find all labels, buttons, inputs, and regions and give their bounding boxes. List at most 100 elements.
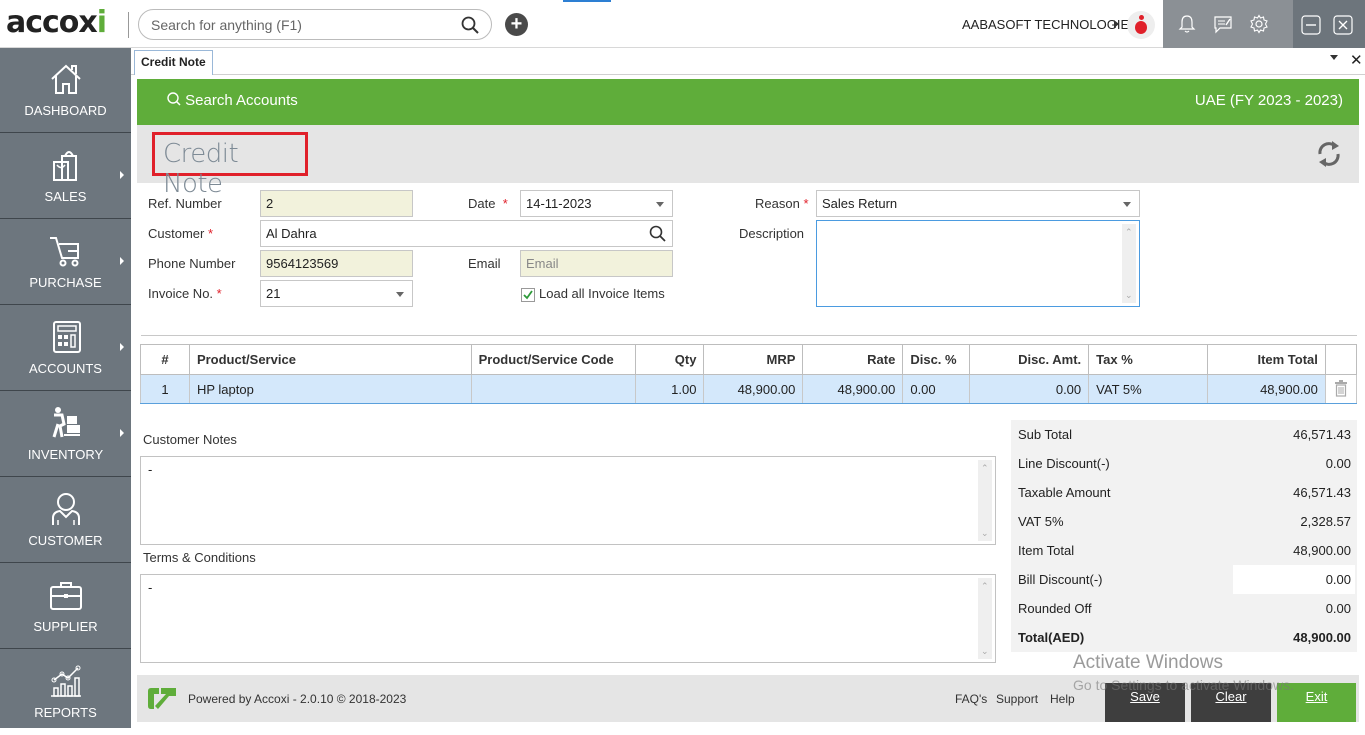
accoxi-logo: accoxi [6, 5, 107, 40]
support-link[interactable]: Support [996, 692, 1038, 706]
user-avatar[interactable] [1127, 11, 1155, 39]
email-field[interactable]: Email [520, 250, 673, 277]
calculator-icon [53, 321, 81, 353]
customer-notes-textarea[interactable]: - ⌃ ⌄ [140, 456, 996, 545]
refresh-icon[interactable] [1315, 138, 1343, 173]
footer: Powered by Accoxi - 2.0.10 © 2018-2023 F… [137, 675, 1359, 722]
items-table: # Product/Service Product/Service Code Q… [140, 344, 1358, 404]
sidebar-item-customer[interactable]: CUSTOMER [0, 478, 131, 563]
sidebar-label: REPORTS [34, 705, 97, 720]
cell-qty[interactable]: 1.00 [634, 374, 705, 404]
add-new-button[interactable]: + [505, 13, 528, 36]
col-header-rate: Rate [802, 344, 904, 375]
close-tab-icon[interactable]: ✕ [1350, 51, 1363, 69]
divider [141, 335, 1357, 336]
submenu-arrow-icon [120, 343, 124, 351]
invoice-no-value: 21 [266, 286, 281, 301]
clear-button[interactable]: Clear [1191, 683, 1271, 722]
sidebar-label: PURCHASE [29, 275, 102, 290]
close-window-icon[interactable] [1333, 15, 1353, 38]
chart-icon [51, 665, 81, 697]
top-bar: accoxi + AABASOFT TECHNOLOGIES [0, 0, 1365, 48]
cell-rate[interactable]: 48,900.00 [802, 374, 904, 404]
tab-credit-note[interactable]: Credit Note [134, 50, 213, 75]
scrollbar[interactable]: ⌃ ⌄ [978, 460, 992, 541]
col-header-actions [1324, 344, 1358, 375]
description-label: Description [739, 226, 805, 241]
col-header-tax: Tax % [1088, 344, 1208, 375]
total-row-bill-discount: Bill Discount(-) 0.00 [1011, 565, 1357, 594]
sidebar-item-dashboard[interactable]: DASHBOARD [0, 48, 131, 133]
sidebar-item-accounts[interactable]: ACCOUNTS [0, 306, 131, 391]
submenu-arrow-icon [120, 429, 124, 437]
customer-label: Customer * [148, 226, 214, 241]
date-picker[interactable]: 14-11-2023 [520, 190, 673, 217]
load-all-invoice-items-checkbox[interactable] [521, 288, 535, 302]
cell-product[interactable]: HP laptop [188, 374, 472, 404]
sidebar-item-purchase[interactable]: PURCHASE [0, 220, 131, 305]
cell-tax[interactable]: VAT 5% [1088, 374, 1208, 404]
minimize-icon[interactable] [1301, 15, 1321, 38]
scrollbar[interactable]: ⌃ ⌄ [978, 578, 992, 659]
chevron-down-icon [656, 202, 664, 207]
settings-gear-icon[interactable] [1249, 14, 1269, 37]
sidebar-item-inventory[interactable]: INVENTORY [0, 392, 131, 477]
help-link[interactable]: Help [1050, 692, 1075, 706]
title-bar: Credit Note [137, 125, 1359, 199]
sidebar-item-supplier[interactable]: SUPPLIER [0, 564, 131, 649]
cell-code[interactable] [470, 374, 636, 404]
col-header-item-total: Item Total [1207, 344, 1326, 375]
bell-icon[interactable] [1177, 14, 1197, 37]
table-row[interactable]: 1 HP laptop 1.00 48,900.00 48,900.00 0.0… [140, 374, 1358, 404]
page-title: Credit Note [152, 132, 308, 199]
terms-value: - [148, 580, 153, 595]
terms-textarea[interactable]: - ⌃ ⌄ [140, 574, 996, 663]
search-icon[interactable] [461, 16, 479, 37]
col-header-product: Product/Service [188, 344, 472, 375]
scrollbar[interactable]: ⌃ ⌄ [1122, 224, 1136, 303]
cell-no: 1 [140, 374, 190, 404]
chevron-down-icon [1123, 202, 1131, 207]
cell-item-total: 48,900.00 [1207, 374, 1326, 404]
company-caret-icon[interactable] [1114, 20, 1119, 28]
company-name[interactable]: AABASOFT TECHNOLOGIES [962, 17, 1138, 32]
bill-discount-value[interactable]: 0.00 [1326, 572, 1351, 587]
sidebar: DASHBOARD SALES PURCHASE ACCOUNTS INVENT… [0, 48, 131, 728]
cell-disc-pct[interactable]: 0.00 [902, 374, 971, 404]
reason-select[interactable]: Sales Return [816, 190, 1140, 217]
cart-icon [50, 237, 79, 267]
home-icon [51, 64, 81, 94]
totals-panel: Sub Total 46,571.43 Line Discount(-) 0.00 … [1011, 420, 1357, 652]
fiscal-year: UAE (FY 2023 - 2023) [1194, 92, 1343, 109]
invoice-no-label: Invoice No. * [148, 286, 222, 301]
cell-delete[interactable] [1324, 374, 1358, 404]
cell-mrp[interactable]: 48,900.00 [703, 374, 804, 404]
message-icon[interactable] [1213, 14, 1233, 37]
trolley-icon [52, 407, 80, 438]
sidebar-label: CUSTOMER [28, 533, 103, 548]
invoice-no-select[interactable]: 21 [260, 280, 413, 307]
sidebar-item-reports[interactable]: REPORTS [0, 650, 131, 735]
save-button[interactable]: Save [1105, 683, 1185, 722]
global-search[interactable] [138, 9, 492, 40]
tab-list-dropdown-icon[interactable] [1330, 55, 1338, 60]
customer-search-icon[interactable] [649, 225, 666, 250]
faq-link[interactable]: FAQ's [955, 692, 987, 706]
powered-by-text: Powered by Accoxi - 2.0.10 © 2018-2023 [188, 692, 407, 706]
search-accounts-button[interactable]: Search Accounts [167, 92, 298, 109]
search-icon [167, 92, 181, 106]
customer-field[interactable]: Al Dahra [260, 220, 673, 247]
phone-field[interactable]: 9564123569 [260, 250, 413, 277]
checkmark-icon [523, 290, 533, 300]
trash-icon[interactable] [1334, 379, 1348, 397]
global-search-input[interactable] [151, 15, 451, 35]
total-row-rounded-off: Rounded Off 0.00 [1018, 601, 1351, 616]
load-all-invoice-items-label: Load all Invoice Items [539, 286, 665, 301]
exit-button[interactable]: Exit [1277, 683, 1356, 722]
total-row-item-total: Item Total 48,900.00 [1018, 543, 1351, 558]
customer-value: Al Dahra [266, 226, 317, 241]
cell-disc-amt[interactable]: 0.00 [969, 374, 1090, 404]
sidebar-item-sales[interactable]: SALES [0, 134, 131, 219]
ref-number-field[interactable]: 2 [260, 190, 413, 217]
description-textarea[interactable]: ⌃ ⌄ [816, 220, 1140, 307]
